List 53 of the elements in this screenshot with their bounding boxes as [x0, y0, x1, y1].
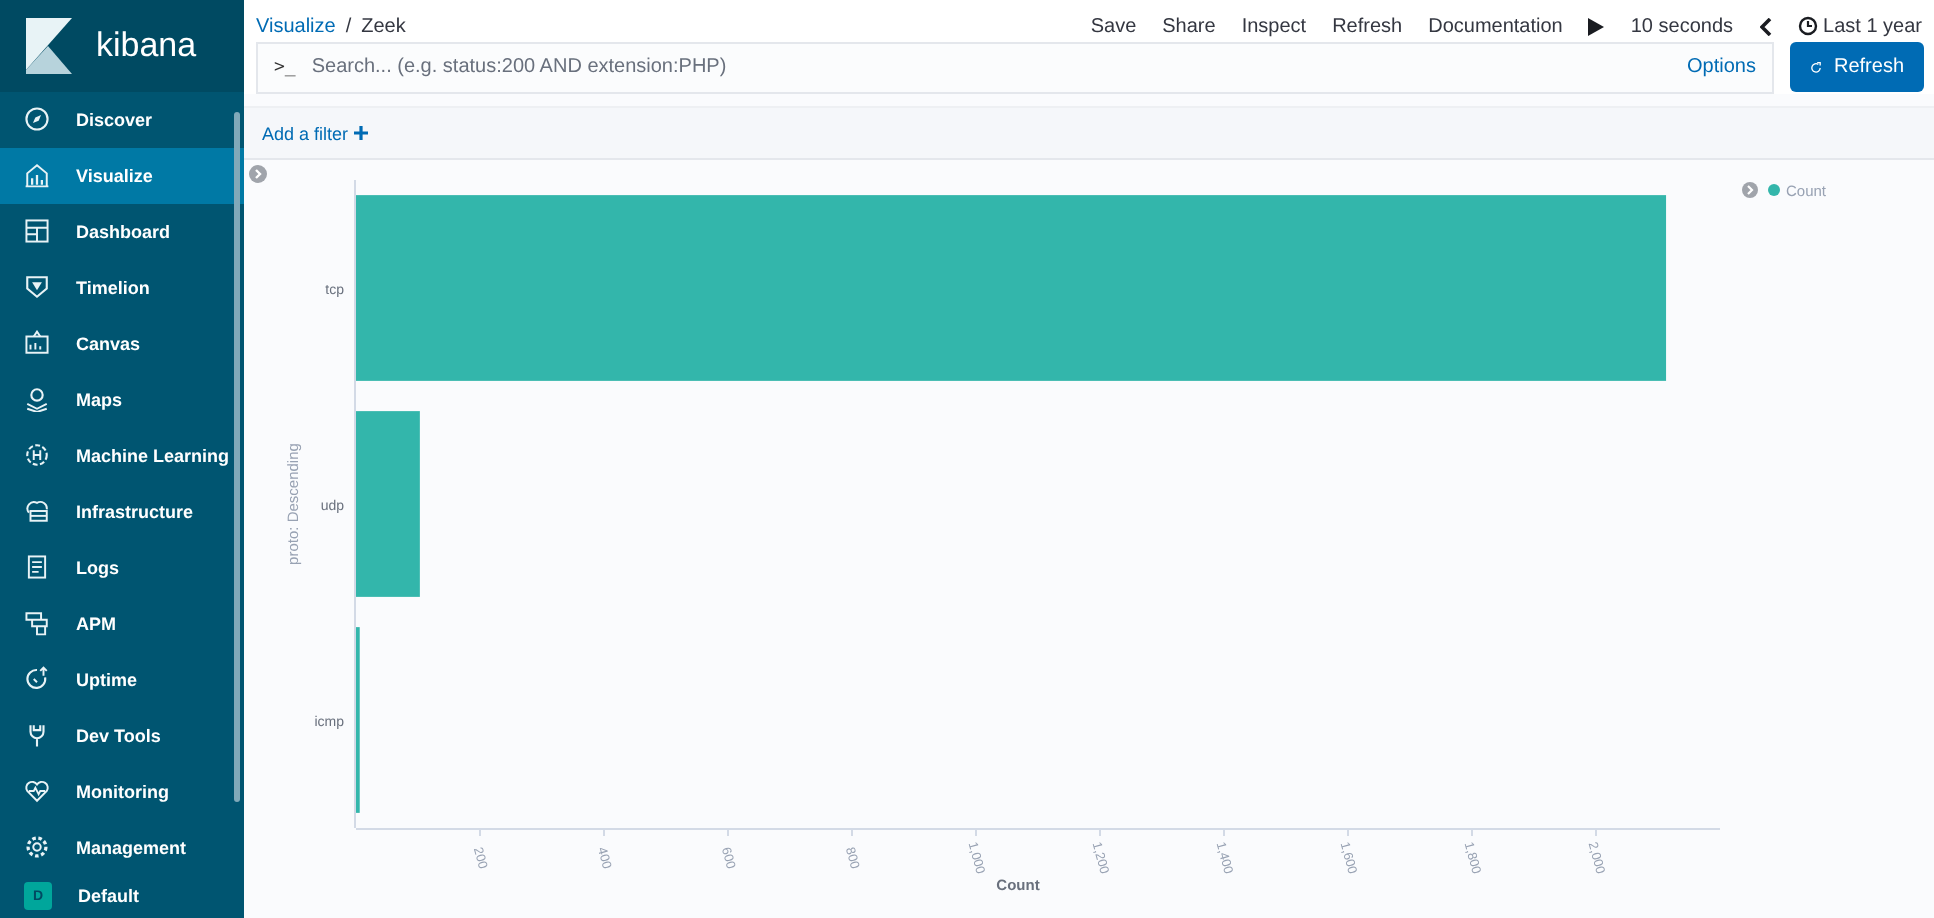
nav-item[interactable]: Uptime [0, 651, 244, 708]
nav-item[interactable]: Machine Learning [0, 427, 244, 484]
refresh-interval-link[interactable]: 10 seconds [1630, 15, 1734, 38]
collapse-toggle-icon[interactable] [249, 165, 267, 184]
play-icon[interactable] [1588, 17, 1605, 36]
nav-item[interactable]: Logs [0, 539, 244, 596]
time-range-link[interactable]: Last 1 year [1823, 15, 1922, 38]
nav-item[interactable]: Dev Tools [0, 707, 244, 764]
heartbeat-icon [24, 778, 50, 805]
nav-item[interactable]: Canvas [0, 315, 244, 372]
menu-link[interactable]: Share [1162, 15, 1216, 38]
shield-icon [24, 274, 50, 301]
clock-icon [1797, 16, 1818, 37]
search-field[interactable]: >_ Search... (e.g. status:200 AND extension:PHP) Options [256, 41, 1774, 94]
gear-icon [24, 834, 50, 861]
chevron-left-icon[interactable] [1759, 17, 1772, 36]
kibana-logo-icon [26, 17, 72, 74]
space-label[interactable]: Default [78, 886, 140, 907]
blocks-icon [24, 610, 50, 637]
options-link[interactable]: Options [1687, 56, 1756, 79]
dashboard-icon [24, 218, 50, 245]
scrollbar[interactable] [234, 112, 240, 802]
document-icon [24, 554, 50, 581]
nav-item[interactable]: Monitoring [0, 763, 244, 820]
plus-icon [353, 125, 368, 140]
app-logo-text: kibana [96, 25, 197, 66]
menu-link[interactable]: Save [1090, 15, 1137, 38]
nav-item[interactable]: Infrastructure [0, 483, 244, 540]
legend-toggle-icon[interactable] [1742, 182, 1758, 199]
bar-chart-icon [24, 162, 50, 189]
refresh-button[interactable]: Refresh [1790, 42, 1924, 93]
compass-icon [24, 106, 50, 133]
search-placeholder: Search... (e.g. status:200 AND extension:PHP) [311, 56, 729, 79]
nav-item[interactable]: Visualize [0, 147, 244, 204]
menu-link[interactable]: Refresh [1332, 15, 1403, 38]
nav-item[interactable]: Management [0, 819, 244, 876]
menu-link[interactable]: Inspect [1241, 15, 1307, 38]
nav-item[interactable]: Discover [0, 91, 244, 148]
stopwatch-icon [24, 666, 50, 693]
nav-item[interactable]: Timelion [0, 259, 244, 316]
breadcrumb-separator: / [345, 15, 352, 38]
nav-item[interactable]: Dashboard [0, 203, 244, 260]
nav-item[interactable]: APM [0, 595, 244, 652]
easel-icon [24, 330, 50, 357]
breadcrumb: Zeek [361, 15, 406, 38]
query-prompt: >_ [274, 57, 296, 78]
menu-link[interactable]: Documentation [1428, 15, 1563, 38]
breadcrumb[interactable]: Visualize [256, 15, 336, 38]
map-pin-icon [24, 386, 50, 413]
refresh-icon [1810, 57, 1822, 78]
cloud-icon [24, 498, 50, 525]
nav-item[interactable]: Maps [0, 371, 244, 428]
add-filter-link[interactable]: Add a filter [262, 123, 368, 144]
